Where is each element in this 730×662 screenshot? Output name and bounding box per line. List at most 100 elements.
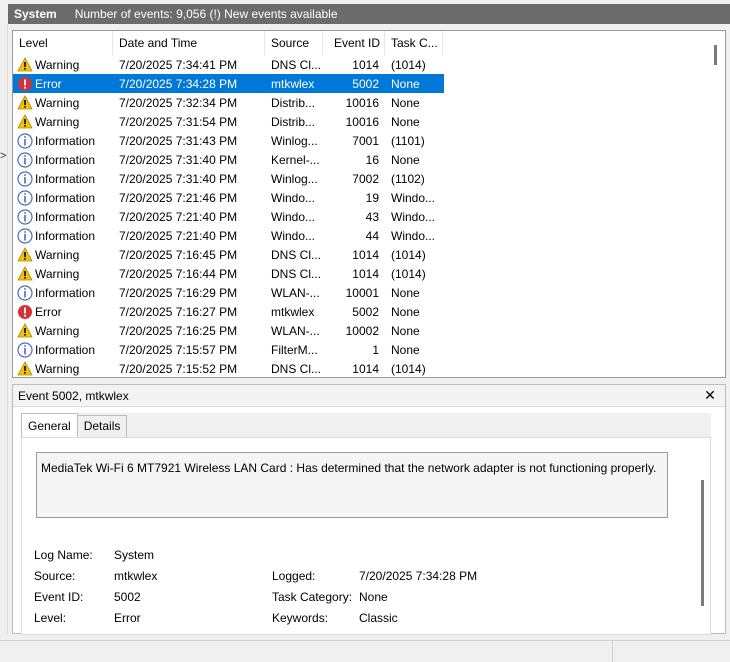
column-header-event-id[interactable]: Event ID — [323, 31, 385, 55]
event-level-text: Warning — [35, 361, 80, 376]
event-task-category: Windo... — [391, 228, 436, 243]
event-row[interactable]: Warning 7/20/2025 7:31:54 PM Distrib... 100… — [13, 112, 444, 131]
event-id: 10002 — [345, 323, 379, 338]
event-row[interactable]: Information 7/20/2025 7:16:29 PM WLAN-... 1… — [13, 283, 444, 302]
event-level-text: Warning — [35, 266, 80, 281]
event-id: 44 — [365, 228, 379, 243]
event-level: Warning — [13, 56, 113, 73]
event-row[interactable]: Information 7/20/2025 7:21:40 PM Windo... 4… — [13, 226, 444, 245]
event-level-text: Warning — [35, 323, 80, 338]
event-level: Warning — [13, 322, 113, 339]
event-task-category: None — [391, 95, 420, 110]
event-date-time: 7/20/2025 7:16:25 PM — [119, 323, 238, 338]
event-date-time: 7/20/2025 7:34:41 PM — [119, 57, 238, 72]
log-name-value: System — [114, 548, 155, 562]
detail-scrollbar[interactable] — [696, 446, 710, 630]
keywords-value: Classic — [359, 611, 398, 625]
event-row[interactable]: Error 7/20/2025 7:34:28 PM mtkwlex 5002 None — [13, 74, 444, 93]
event-level-text: Error — [35, 304, 62, 319]
event-task-category: None — [391, 152, 420, 167]
event-row[interactable]: Information 7/20/2025 7:15:57 PM FilterM..… — [13, 340, 444, 359]
event-task-category: (1102) — [391, 171, 425, 186]
source-label: Source: — [34, 569, 76, 583]
keywords-label: Keywords: — [272, 611, 329, 625]
event-level-text: Information — [35, 190, 96, 205]
logged-label: Logged: — [272, 569, 316, 583]
event-level: Error — [13, 304, 113, 320]
event-row[interactable]: Warning 7/20/2025 7:34:41 PM DNS Cl... 1014… — [13, 55, 444, 74]
warning-icon — [17, 56, 33, 73]
event-list-scrollbar[interactable] — [709, 31, 725, 377]
column-header-task-category[interactable]: Task C... — [385, 31, 443, 55]
event-date-time: 7/20/2025 7:15:52 PM — [119, 361, 238, 376]
event-detail-body: General Details MediaTek Wi-Fi 6 MT7921 … — [21, 413, 711, 635]
event-row[interactable]: Information 7/20/2025 7:31:43 PM Winlog...… — [13, 131, 444, 150]
event-row[interactable]: Warning 7/20/2025 7:16:44 PM DNS Cl... 1014… — [13, 264, 444, 283]
event-level-text: Error — [35, 76, 62, 91]
event-date-time: 7/20/2025 7:21:40 PM — [119, 228, 238, 243]
event-level-text: Warning — [35, 95, 80, 110]
event-level: Information — [13, 227, 113, 244]
event-date-time: 7/20/2025 7:15:57 PM — [119, 342, 238, 357]
event-id-label: Event ID: — [34, 590, 84, 604]
level-label: Level: — [34, 611, 67, 625]
event-task-category: (1014) — [391, 57, 426, 72]
general-tab-panel: MediaTek Wi-Fi 6 MT7921 Wireless LAN Car… — [21, 437, 711, 635]
event-level: Information — [13, 132, 113, 149]
event-level: Warning — [13, 246, 113, 263]
events-summary: Number of events: 9,056 (!) New events a… — [74, 7, 338, 21]
column-header-date-time[interactable]: Date and Time — [113, 31, 265, 55]
event-date-time: 7/20/2025 7:16:27 PM — [119, 304, 238, 319]
event-row[interactable]: Information 7/20/2025 7:31:40 PM Kernel-..… — [13, 150, 444, 169]
error-icon — [17, 76, 33, 92]
event-description[interactable]: MediaTek Wi-Fi 6 MT7921 Wireless LAN Car… — [36, 452, 668, 518]
status-bar-separator — [612, 641, 613, 662]
event-detail-pane: Event 5002, mtkwlex ✕ General Details Me… — [12, 384, 726, 635]
event-date-time: 7/20/2025 7:21:46 PM — [119, 190, 238, 205]
event-row[interactable]: Information 7/20/2025 7:31:40 PM Winlog...… — [13, 169, 444, 188]
level-value: Error — [114, 611, 141, 625]
warning-icon — [17, 246, 33, 263]
event-row[interactable]: Warning 7/20/2025 7:32:34 PM Distrib... 100… — [13, 93, 444, 112]
event-row[interactable]: Warning 7/20/2025 7:16:45 PM DNS Cl... 1014… — [13, 245, 444, 264]
event-task-category: (1101) — [391, 133, 425, 148]
warning-icon — [17, 322, 33, 339]
log-name-label: Log Name: — [34, 548, 93, 562]
task-category-label: Task Category: — [272, 590, 353, 604]
event-list[interactable]: Level Date and Time Source Event ID Task… — [12, 30, 726, 378]
event-row[interactable]: Warning 7/20/2025 7:15:52 PM DNS Cl... 1014… — [13, 359, 444, 377]
event-row[interactable]: Warning 7/20/2025 7:16:25 PM WLAN-... 10002… — [13, 321, 444, 340]
event-source: Kernel-... — [271, 152, 320, 167]
event-source: Distrib... — [271, 95, 316, 110]
column-header-level[interactable]: Level — [13, 31, 113, 55]
column-header-source[interactable]: Source — [265, 31, 323, 55]
event-level-text: Information — [35, 342, 96, 357]
event-id: 1014 — [352, 57, 379, 72]
event-source: DNS Cl... — [271, 266, 322, 281]
detail-scrollbar-thumb[interactable] — [701, 480, 704, 606]
event-row[interactable]: Error 7/20/2025 7:16:27 PM mtkwlex 5002 None — [13, 302, 444, 321]
tab-details[interactable]: Details — [76, 415, 128, 437]
event-level: Information — [13, 189, 113, 206]
event-task-category: None — [391, 114, 420, 129]
tab-general[interactable]: General — [21, 413, 78, 437]
event-level-text: Warning — [35, 57, 80, 72]
close-icon[interactable]: ✕ — [703, 388, 717, 402]
event-task-category: (1014) — [391, 361, 426, 376]
event-level: Information — [13, 208, 113, 225]
event-source: Winlog... — [271, 171, 318, 186]
event-date-time: 7/20/2025 7:32:34 PM — [119, 95, 238, 110]
scrollbar-thumb[interactable] — [714, 45, 717, 65]
event-task-category: None — [391, 342, 420, 357]
warning-icon — [17, 360, 33, 377]
event-row[interactable]: Information 7/20/2025 7:21:40 PM Windo... 4… — [13, 207, 444, 226]
event-level: Error — [13, 76, 113, 92]
information-icon — [17, 189, 33, 206]
event-id: 7001 — [352, 133, 379, 148]
event-source: Windo... — [271, 228, 316, 243]
event-detail-header: Event 5002, mtkwlex ✕ — [13, 385, 725, 407]
event-detail-title: Event 5002, mtkwlex — [18, 389, 129, 403]
event-row[interactable]: Information 7/20/2025 7:21:46 PM Windo... 1… — [13, 188, 444, 207]
event-list-header: Level Date and Time Source Event ID Task… — [13, 31, 713, 55]
event-level: Warning — [13, 265, 113, 282]
